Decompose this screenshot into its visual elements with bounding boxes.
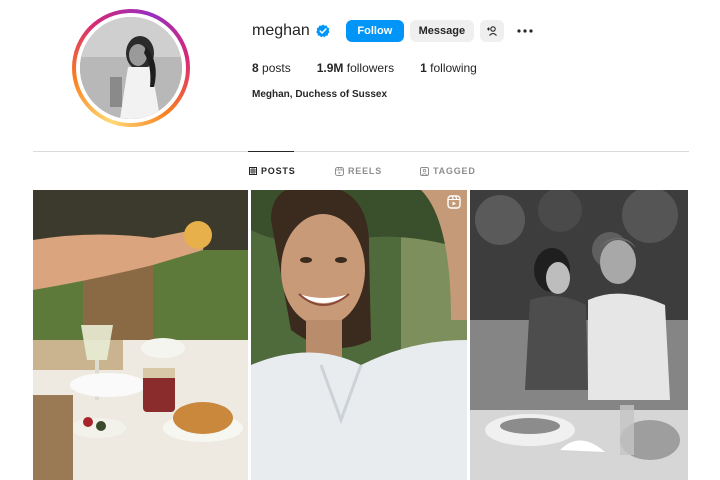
- avatar-frame: [76, 13, 186, 123]
- avatar-image: [80, 17, 182, 119]
- follow-button[interactable]: Follow: [345, 20, 404, 42]
- add-user-icon: [486, 26, 497, 36]
- tab-tagged-label: TAGGED: [433, 166, 476, 176]
- more-options-icon[interactable]: [516, 22, 534, 40]
- posts-count: 8: [252, 61, 259, 75]
- profile-header: meghan Follow Message: [252, 19, 534, 43]
- photo-brunch-table: [33, 190, 248, 480]
- photo-couple-kissing: [470, 190, 688, 480]
- posts-stat: 8 posts: [252, 61, 291, 75]
- suggested-accounts-button[interactable]: [479, 20, 504, 42]
- tab-posts[interactable]: POSTS: [249, 166, 296, 176]
- post-thumbnail[interactable]: [470, 190, 688, 480]
- avatar[interactable]: [80, 17, 182, 119]
- followers-count: 1.9M: [316, 61, 344, 75]
- following-label: following: [430, 61, 477, 75]
- username: meghan: [252, 22, 310, 39]
- posts-label: posts: [262, 61, 291, 75]
- tabs-divider: [33, 151, 689, 152]
- active-tab-indicator: [248, 151, 294, 152]
- profile-tabs: POSTS REELS TAGGED: [0, 166, 720, 180]
- tagged-icon: [420, 166, 429, 176]
- followers-label: followers: [346, 61, 395, 75]
- followers-stat[interactable]: 1.9M followers: [317, 61, 394, 75]
- profile-stats: 8 posts 1.9M followers 1 following: [252, 61, 503, 75]
- post-thumbnail[interactable]: [251, 190, 467, 480]
- following-count: 1: [420, 61, 427, 75]
- following-stat[interactable]: 1 following: [420, 61, 477, 75]
- tab-reels-label: REELS: [348, 166, 383, 176]
- verified-badge-icon: [316, 24, 330, 38]
- message-button[interactable]: Message: [409, 20, 474, 42]
- reels-icon: [335, 166, 344, 176]
- full-name: Meghan, Duchess of Sussex: [252, 89, 388, 100]
- tab-tagged[interactable]: TAGGED: [420, 166, 476, 176]
- tab-reels[interactable]: REELS: [335, 166, 382, 176]
- story-ring[interactable]: [72, 9, 190, 127]
- tab-posts-label: POSTS: [261, 166, 296, 176]
- reel-indicator-icon: [447, 195, 461, 214]
- post-thumbnail[interactable]: [33, 190, 248, 480]
- grid-icon: [249, 167, 257, 175]
- photo-selfie-smiling: [251, 190, 467, 480]
